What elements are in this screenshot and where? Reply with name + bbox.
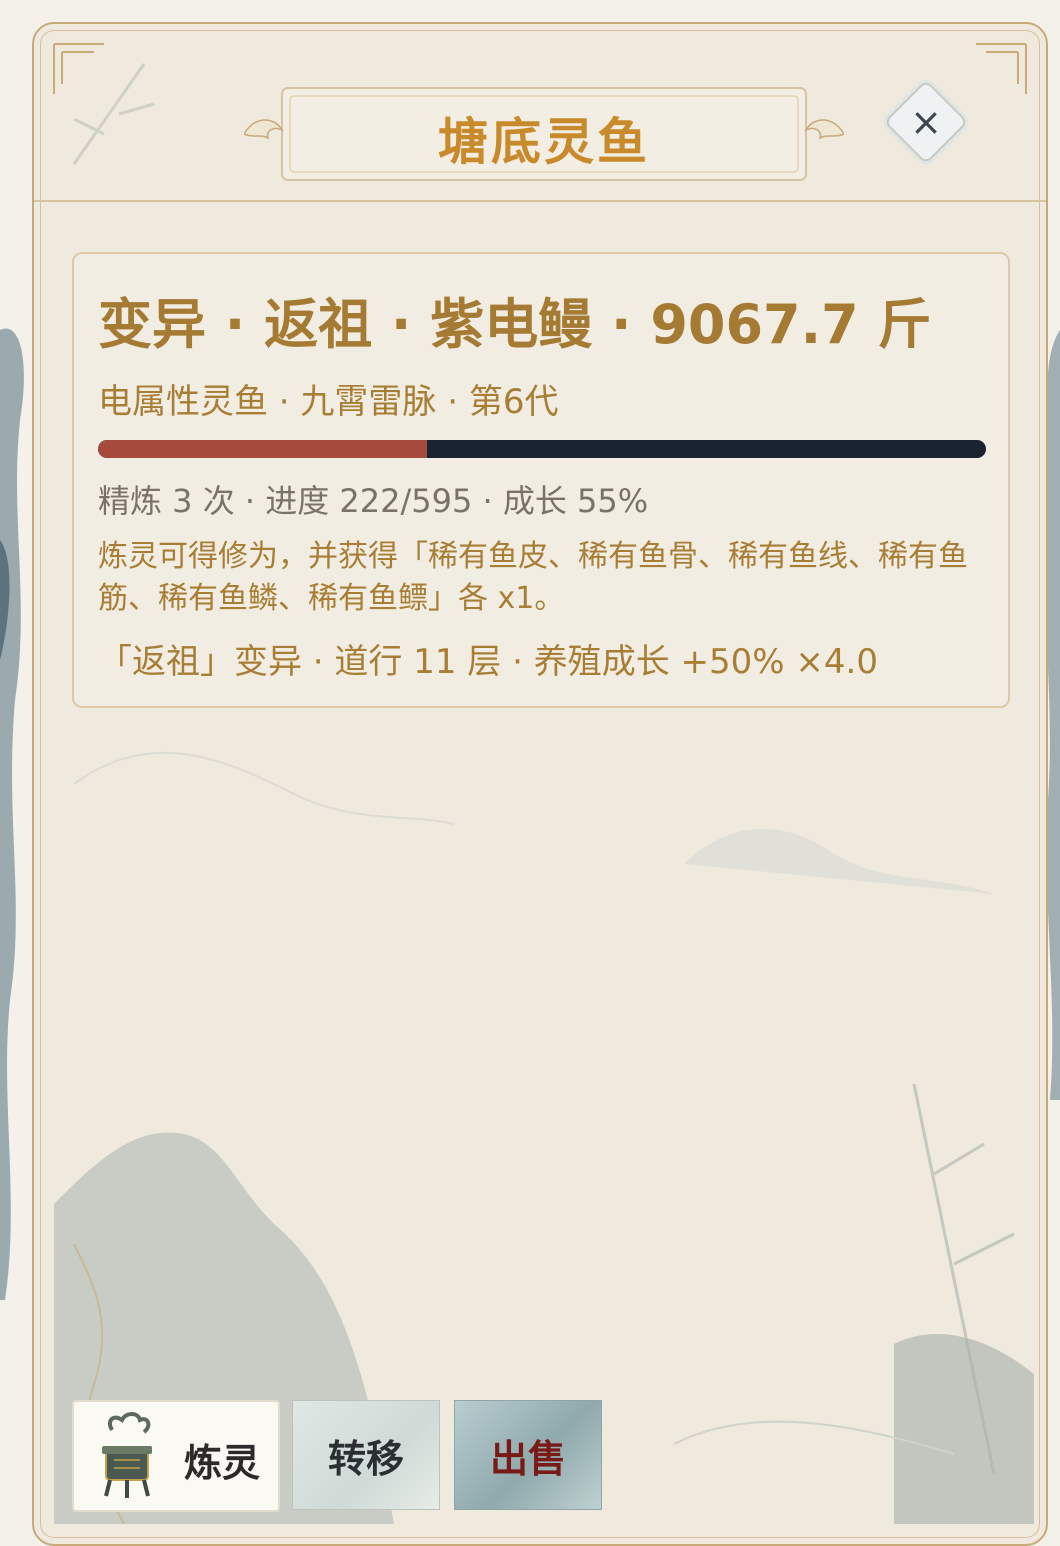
- refine-label: 炼灵: [184, 1441, 261, 1485]
- close-icon: ×: [910, 100, 942, 144]
- fish-detail-panel: 塘底灵鱼 × 变异 · 返祖 · 紫电鳗 · 9067.7 斤 电属性灵鱼 · …: [32, 22, 1048, 1546]
- transfer-label: 转移: [327, 1436, 404, 1481]
- fish-info-card: 变异 · 返祖 · 紫电鳗 · 9067.7 斤 电属性灵鱼 · 九霄雷脉 · …: [72, 252, 1010, 708]
- mutation-info: 「返祖」变异 · 道行 11 层 · 养殖成长 +50% ×4.0: [98, 642, 878, 682]
- refine-description: 炼灵可得修为，并获得「稀有鱼皮、稀有鱼骨、稀有鱼线、稀有鱼筋、稀有鱼鳞、稀有鱼鳔…: [98, 539, 968, 616]
- refine-button[interactable]: 炼灵: [72, 1400, 280, 1512]
- refine-progress-bar: [98, 440, 986, 458]
- refine-progress-fill: [98, 440, 427, 458]
- close-button[interactable]: ×: [883, 79, 969, 165]
- refine-stats: 精炼 3 次 · 进度 222/595 · 成长 55%: [98, 482, 649, 520]
- sell-button[interactable]: 出售: [454, 1400, 602, 1510]
- dialog-title: 塘底灵鱼: [438, 113, 650, 171]
- header-divider: [34, 200, 1046, 202]
- bronze-cauldron-icon: [102, 1412, 152, 1498]
- sell-label: 出售: [489, 1436, 566, 1481]
- transfer-button[interactable]: 转移: [292, 1400, 440, 1510]
- fish-attributes: 电属性灵鱼 · 九霄雷脉 · 第6代: [98, 382, 559, 422]
- fish-headline: 变异 · 返祖 · 紫电鳗 · 9067.7 斤: [98, 293, 932, 356]
